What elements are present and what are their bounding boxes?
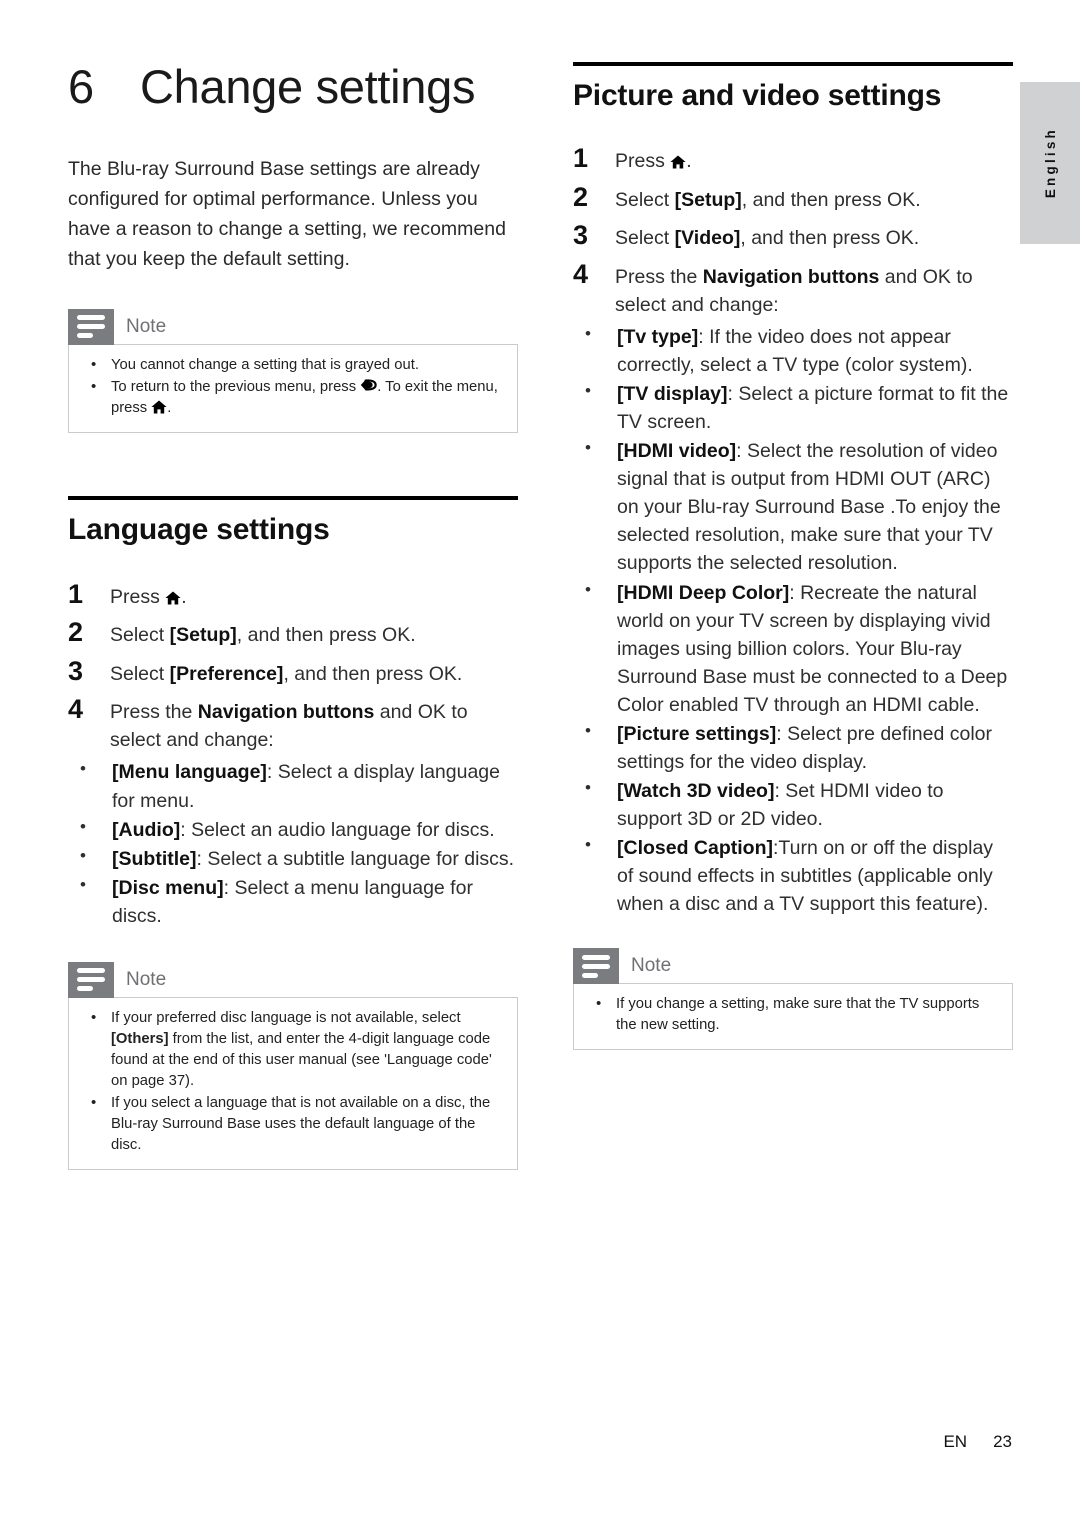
step-item: 1 Press . [573, 141, 1013, 176]
steps-list: 1 Press . 2 Select [Setup], and then pre… [573, 141, 1013, 319]
note-box-bottom: Note If your preferred disc language is … [68, 961, 518, 1170]
section-title: Language settings [68, 512, 330, 546]
note-title: Note [126, 968, 167, 990]
note-title: Note [126, 315, 167, 337]
step-text: Select [Video], and then press OK. [615, 227, 920, 250]
language-side-tab-label: English [1042, 127, 1058, 199]
note-title: Note [631, 955, 672, 977]
note-item: If your preferred disc language is not a… [83, 1007, 503, 1092]
note-body: If you change a setting, make sure that … [573, 983, 1013, 1051]
settings-bullet-list: [Tv type]: If the video does not appear … [573, 322, 1013, 919]
page-footer: EN 23 [0, 1432, 1012, 1452]
note-item: If you select a language that is not ava… [83, 1092, 503, 1156]
step-item: 3 Select [Video], and then press OK. [573, 218, 1013, 253]
right-column: Picture and video settings 1 Press . 2 S… [573, 62, 1013, 1051]
step-number: 4 [573, 258, 589, 289]
step-item: 1 Press . [68, 577, 518, 612]
note-header: Note [68, 961, 518, 998]
chapter-heading: 6 Change settings [68, 60, 518, 113]
step-item: 2 Select [Setup], and then press OK. [68, 615, 518, 650]
note-header: Note [68, 308, 518, 345]
list-item: [Watch 3D video]: Set HDMI video to supp… [573, 776, 1013, 833]
chapter-number: 6 [68, 60, 94, 113]
chapter-title: Change settings [140, 60, 476, 113]
step-number: 1 [573, 143, 589, 173]
list-item: [Audio]: Select an audio language for di… [68, 815, 518, 844]
step-item: 4 Press the Navigation buttons and OK to… [573, 257, 1013, 319]
note-icon [68, 961, 114, 998]
step-number: 1 [68, 578, 84, 609]
footer-language-code: EN [943, 1432, 968, 1451]
step-text: Press . [615, 150, 692, 172]
note-body: You cannot change a setting that is gray… [68, 343, 518, 433]
list-item: [HDMI Deep Color]: Recreate the natural … [573, 577, 1013, 719]
picture-video-settings-section: Picture and video settings 1 Press . 2 S… [573, 62, 1013, 918]
step-text: Press the Navigation buttons and OK to s… [110, 701, 468, 752]
step-number: 3 [573, 220, 589, 251]
section-rule [68, 495, 518, 500]
step-number: 3 [68, 655, 84, 686]
document-page: English 6 Change settings The Blu-ray Su… [0, 0, 1080, 1527]
footer-page-number: 23 [993, 1432, 1012, 1451]
step-item: 4 Press the Navigation buttons and OK to… [68, 692, 518, 754]
list-item: [Disc menu]: Select a menu language for … [68, 873, 518, 930]
step-number: 2 [573, 181, 589, 212]
note-body: If your preferred disc language is not a… [68, 996, 518, 1170]
list-item: [Subtitle]: Select a subtitle language f… [68, 844, 518, 873]
home-icon [151, 400, 167, 414]
step-number: 2 [68, 617, 84, 648]
section-rule [573, 62, 1013, 66]
left-column: 6 Change settings The Blu-ray Surround B… [68, 62, 518, 1170]
step-text: Press . [110, 585, 187, 608]
note-icon [68, 308, 114, 345]
intro-paragraph: The Blu-ray Surround Base settings are a… [68, 158, 506, 270]
note-icon [573, 948, 619, 985]
step-number: 4 [68, 694, 84, 725]
note-item: To return to the previous menu, press . … [83, 376, 503, 419]
list-item: [Menu language]: Select a display langua… [68, 757, 518, 814]
note-item: If you change a setting, make sure that … [588, 993, 998, 1036]
language-side-tab: English [1020, 82, 1080, 244]
section-title: Picture and video settings [573, 79, 942, 112]
list-item: [HDMI video]: Select the resolution of v… [573, 436, 1013, 577]
step-text: Press the Navigation buttons and OK to s… [615, 265, 973, 316]
list-item: [TV display]: Select a picture format to… [573, 379, 1013, 436]
step-text: Select [Setup], and then press OK. [615, 188, 921, 211]
note-item: You cannot change a setting that is gray… [83, 354, 503, 376]
back-arrow-icon [360, 378, 377, 393]
home-icon [670, 155, 686, 169]
note-box-top: Note You cannot change a setting that is… [68, 308, 518, 433]
note-box-right: Note If you change a setting, make sure … [573, 948, 1013, 1051]
home-icon [165, 591, 181, 605]
note-header: Note [573, 948, 1013, 985]
language-settings-section: Language settings 1 Press . 2 Select [Se… [68, 495, 518, 930]
step-item: 3 Select [Preference], and then press OK… [68, 654, 518, 689]
step-item: 2 Select [Setup], and then press OK. [573, 180, 1013, 215]
settings-bullet-list: [Menu language]: Select a display langua… [68, 757, 518, 930]
steps-list: 1 Press . 2 Select [Setup], and then pre… [68, 577, 518, 755]
list-item: [Picture settings]: Select pre defined c… [573, 719, 1013, 776]
list-item: [Closed Caption]:Turn on or off the disp… [573, 833, 1013, 918]
list-item: [Tv type]: If the video does not appear … [573, 322, 1013, 379]
step-text: Select [Preference], and then press OK. [110, 662, 463, 685]
step-text: Select [Setup], and then press OK. [110, 624, 416, 647]
